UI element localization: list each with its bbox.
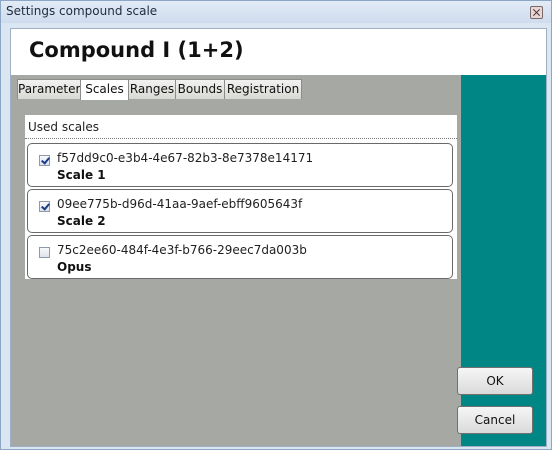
scale-checkbox[interactable] xyxy=(39,155,50,166)
title-bar[interactable]: Settings compound scale xyxy=(1,1,551,23)
header-area: Compound I (1+2) xyxy=(11,29,546,75)
tab-ranges[interactable]: Ranges xyxy=(128,79,176,99)
scale-id: f57dd9c0-e3b4-4e67-82b3-8e7378e14171 xyxy=(57,151,314,165)
scale-item-1[interactable]: f57dd9c0-e3b4-4e67-82b3-8e7378e14171 Sca… xyxy=(27,143,453,187)
tab-content-scales: Used scales f57dd9c0-e3b4-4e67-82b3-8e73… xyxy=(17,99,457,444)
scale-id: 75c2ee60-484f-4e3f-b766-29eec7da003b xyxy=(57,243,307,257)
scale-name: Scale 2 xyxy=(57,214,106,228)
dialog-window: Settings compound scale Compound I (1+2)… xyxy=(0,0,552,450)
scale-name: Opus xyxy=(57,260,92,274)
page-title: Compound I (1+2) xyxy=(29,38,244,62)
tab-bounds[interactable]: Bounds xyxy=(175,79,225,99)
scales-list: f57dd9c0-e3b4-4e67-82b3-8e7378e14171 Sca… xyxy=(25,139,457,279)
used-scales-header: Used scales xyxy=(25,115,457,139)
tab-registration[interactable]: Registration xyxy=(224,79,302,99)
tab-scales[interactable]: Scales xyxy=(80,79,129,100)
tab-parameter[interactable]: Parameter xyxy=(17,79,81,99)
close-icon[interactable] xyxy=(530,6,543,19)
scale-checkbox[interactable] xyxy=(39,247,50,258)
scale-id: 09ee775b-d96d-41aa-9aef-ebff9605643f xyxy=(57,197,303,211)
scale-item-2[interactable]: 09ee775b-d96d-41aa-9aef-ebff9605643f Sca… xyxy=(27,189,453,233)
scale-item-3[interactable]: 75c2ee60-484f-4e3f-b766-29eec7da003b Opu… xyxy=(27,235,453,279)
cancel-button[interactable]: Cancel xyxy=(457,406,533,434)
ok-button[interactable]: OK xyxy=(457,367,533,395)
window-title: Settings compound scale xyxy=(6,4,158,18)
scale-name: Scale 1 xyxy=(57,168,106,182)
scale-checkbox[interactable] xyxy=(39,201,50,212)
content-pane: Parameter Scales Ranges Bounds Registrat… xyxy=(11,75,461,446)
